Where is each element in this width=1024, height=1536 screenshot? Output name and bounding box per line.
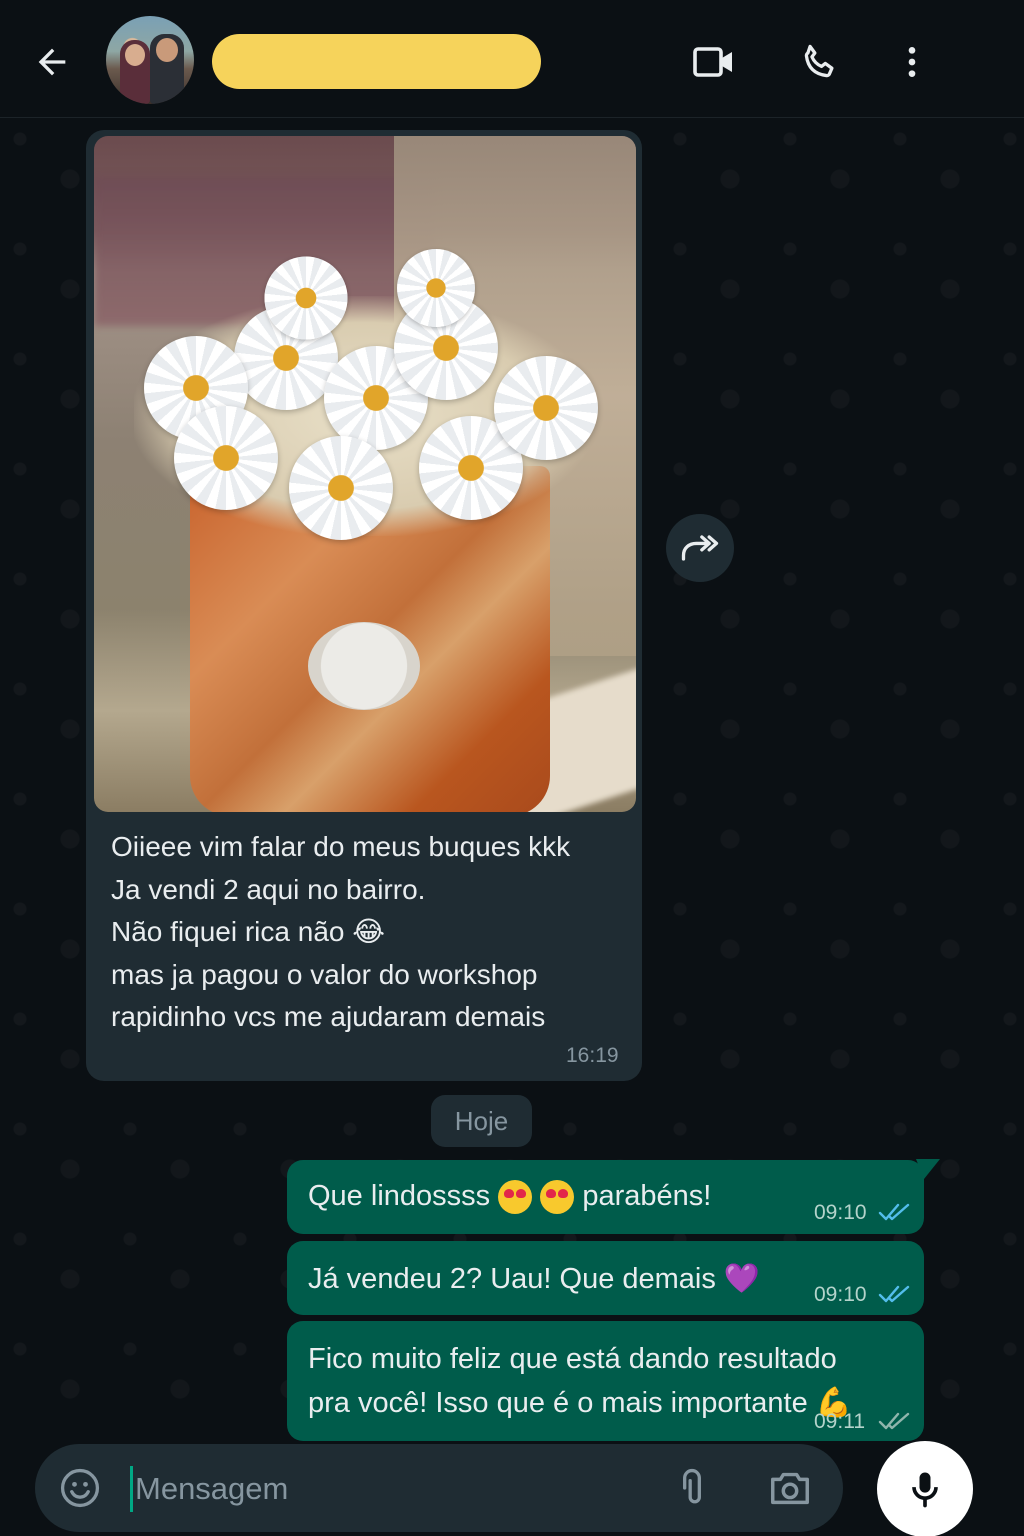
- heart-eyes-emoji: [540, 1180, 575, 1215]
- read-receipt-icon: [878, 1285, 910, 1303]
- date-divider: Hoje: [431, 1095, 532, 1147]
- attach-button[interactable]: [666, 1462, 718, 1514]
- sent-receipt-icon: [878, 1412, 910, 1430]
- arrow-left-icon: [38, 48, 66, 76]
- contact-avatar[interactable]: [106, 16, 194, 104]
- video-camera-icon: [693, 47, 732, 77]
- read-receipt-icon: [878, 1203, 910, 1221]
- phone-icon: [804, 44, 834, 78]
- video-call-button[interactable]: [688, 36, 740, 88]
- forward-icon: [681, 535, 719, 561]
- contact-name[interactable]: [212, 34, 541, 89]
- incoming-message-text: Oiieee vim falar do meus buques kkk Ja v…: [111, 831, 571, 1032]
- camera-icon: [771, 1472, 809, 1505]
- paperclip-icon: [683, 1469, 701, 1504]
- message-input[interactable]: [130, 1466, 650, 1512]
- heart-eyes-emoji: [498, 1180, 533, 1215]
- outgoing-message-time: 09:10: [814, 1283, 867, 1306]
- voice-call-button[interactable]: [794, 36, 846, 88]
- more-vertical-icon: [908, 47, 916, 77]
- message-photo[interactable]: [94, 136, 636, 812]
- forward-button[interactable]: [666, 514, 734, 582]
- outgoing-message-text: Que lindossss parabéns!: [308, 1180, 711, 1215]
- menu-button[interactable]: [886, 36, 938, 88]
- voice-message-button[interactable]: [877, 1441, 973, 1536]
- pot-label: [308, 622, 420, 710]
- outgoing-message-text: Fico muito feliz que está dando resultad…: [308, 1343, 852, 1419]
- microphone-icon: [912, 1472, 938, 1508]
- emoji-button[interactable]: [54, 1462, 106, 1514]
- chat-header: [0, 0, 1024, 118]
- emoji-icon: [60, 1468, 100, 1508]
- back-button[interactable]: [26, 36, 78, 88]
- outgoing-message-time: 09:11: [814, 1410, 865, 1433]
- incoming-message-time: 16:19: [566, 1044, 619, 1067]
- outgoing-message-text: Já vendeu 2? Uau! Que demais 💜: [308, 1263, 761, 1295]
- outgoing-message-time: 09:10: [814, 1201, 867, 1224]
- camera-button[interactable]: [764, 1462, 816, 1514]
